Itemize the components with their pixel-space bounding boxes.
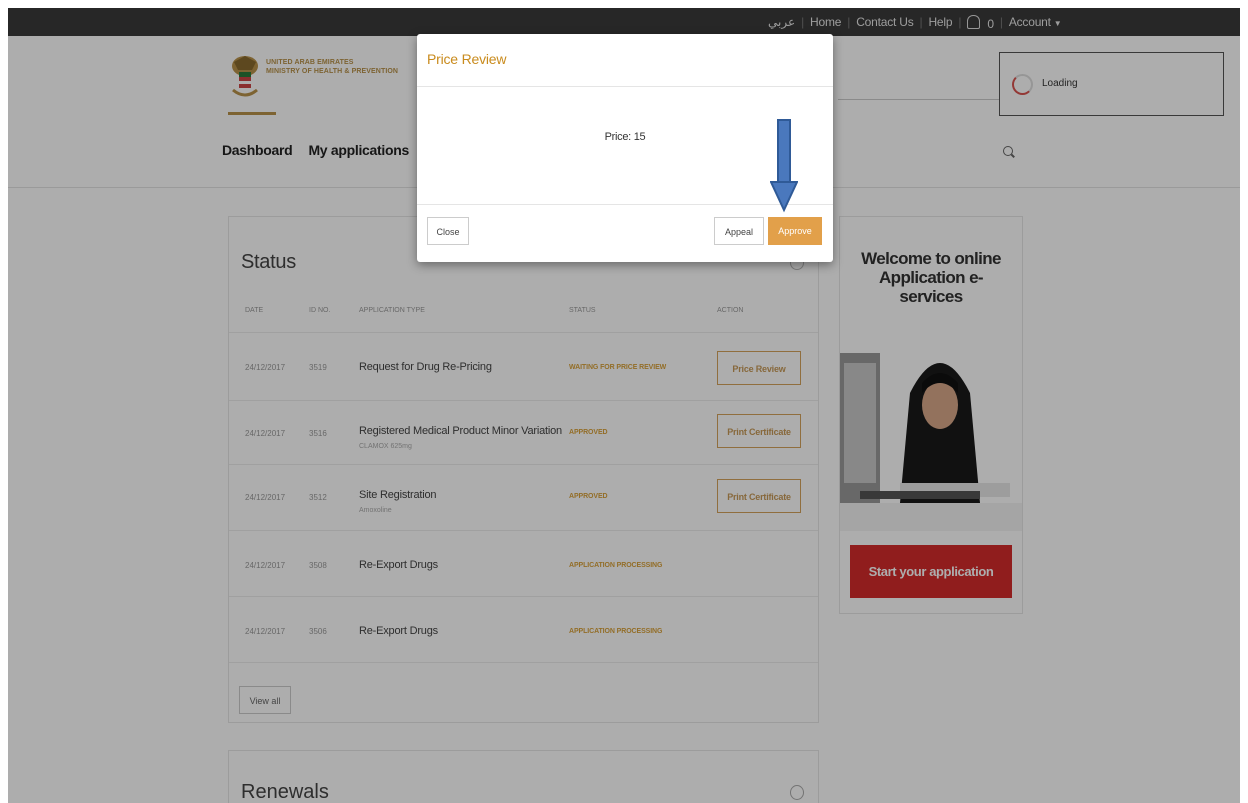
price-value: 15	[633, 131, 646, 143]
arrow-down-icon	[770, 119, 798, 213]
divider	[417, 86, 833, 87]
page: عربي | Home | Contact Us | Help | 0 | Ac…	[8, 8, 1240, 803]
appeal-button[interactable]: Appeal	[714, 217, 764, 245]
approve-button[interactable]: Approve	[768, 217, 822, 245]
price-label: Price:	[604, 131, 632, 143]
close-button[interactable]: Close	[427, 217, 469, 245]
modal-title: Price Review	[427, 51, 507, 67]
